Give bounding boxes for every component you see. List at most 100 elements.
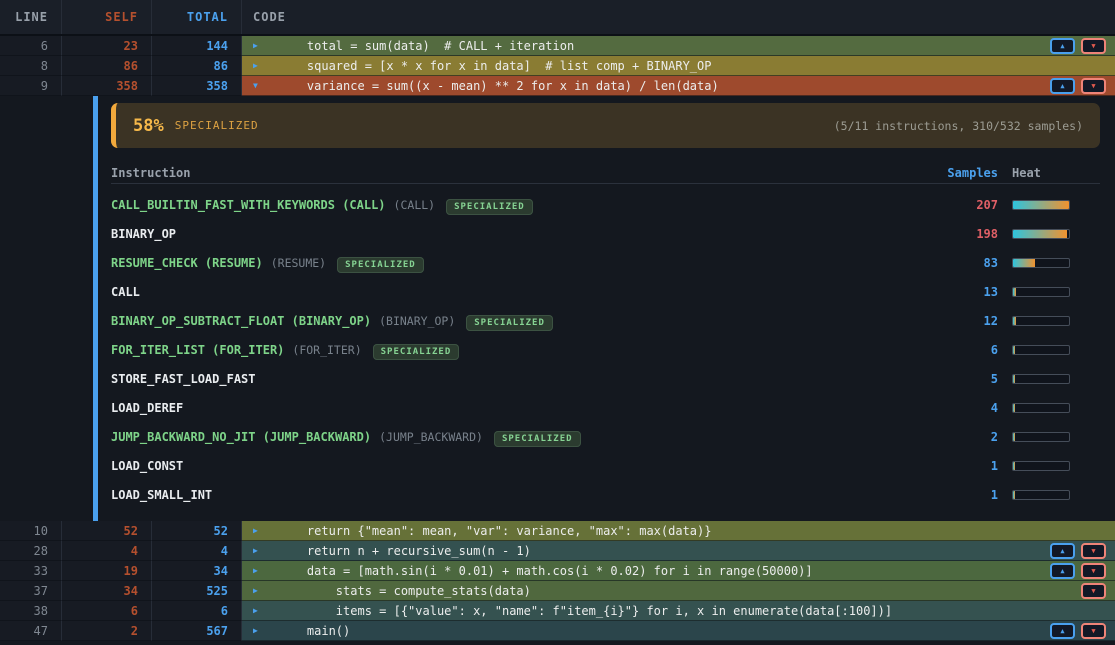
code-text: variance = sum((x - mean) ** 2 for x in … [278,79,719,93]
line-number: 37 [0,581,62,601]
total-samples: 358 [152,76,242,96]
jump-to-caller-button[interactable]: ▲ [1050,38,1075,54]
instruction-name-cell: LOAD_DEREF [111,401,918,415]
code-cell[interactable]: ▶ data = [math.sin(i * 0.01) + math.cos(… [242,561,1115,581]
code-cell[interactable]: ▶ return n + recursive_sum(n - 1)▲▼ [242,541,1115,561]
jump-to-caller-button[interactable]: ▲ [1050,543,1075,559]
heat-bar [1012,374,1070,384]
jump-to-callee-button[interactable]: ▼ [1081,623,1106,639]
code-cell[interactable]: ▶ main()▲▼ [242,621,1115,641]
self-samples: 86 [62,56,152,76]
specialized-badge: SPECIALIZED [446,199,533,215]
total-samples: 86 [152,56,242,76]
expand-expander-icon[interactable]: ▶ [242,546,278,555]
line-number: 28 [0,541,62,561]
code-row: 2844▶ return n + recursive_sum(n - 1)▲▼ [0,541,1115,561]
samples-value: 207 [918,198,998,212]
instruction-name: JUMP_BACKWARD_NO_JIT (JUMP_BACKWARD) [111,430,371,444]
instruction-name: LOAD_CONST [111,459,183,473]
jump-to-caller-button[interactable]: ▲ [1050,623,1075,639]
jump-to-callee-button[interactable]: ▼ [1081,583,1106,599]
instruction-name-cell: CALL_BUILTIN_FAST_WITH_KEYWORDS (CALL)(C… [111,198,918,212]
code-text: return {"mean": mean, "var": variance, "… [278,524,711,538]
self-samples: 4 [62,541,152,561]
jump-to-callee-button[interactable]: ▼ [1081,563,1106,579]
code-text: items = [{"value": x, "name": f"item_{i}… [278,604,892,618]
line-number: 10 [0,521,62,541]
instruction-row: STORE_FAST_LOAD_FAST5 [111,364,1100,393]
instruction-base-opcode: (FOR_ITER) [292,343,361,357]
collapse-expander-icon[interactable]: ▼ [242,81,278,90]
heat-bar [1012,287,1070,297]
instruction-name-cell: FOR_ITER_LIST (FOR_ITER)(FOR_ITER)SPECIA… [111,343,918,357]
instruction-name-cell: STORE_FAST_LOAD_FAST [111,372,918,386]
expand-expander-icon[interactable]: ▶ [242,61,278,70]
row-nav-buttons: ▲▼ [1050,543,1106,559]
samples-value: 6 [918,343,998,357]
code-cell[interactable]: ▶ total = sum(data) # CALL + iteration▲▼ [242,36,1115,56]
code-row: 3866▶ items = [{"value": x, "name": f"it… [0,601,1115,621]
heat-cell [1012,374,1070,384]
expand-expander-icon[interactable]: ▶ [242,606,278,615]
samples-value: 2 [918,430,998,444]
total-samples: 567 [152,621,242,641]
expand-expander-icon[interactable]: ▶ [242,626,278,635]
code-rows-top: 623144▶ total = sum(data) # CALL + itera… [0,36,1115,96]
expand-expander-icon[interactable]: ▶ [242,566,278,575]
specialization-banner: 58% SPECIALIZED (5/11 instructions, 310/… [111,103,1100,148]
code-row: 88686▶ squared = [x * x for x in data] #… [0,56,1115,76]
column-header-total[interactable]: TOTAL [152,0,242,34]
code-cell[interactable]: ▶ return {"mean": mean, "var": variance,… [242,521,1115,541]
jump-to-callee-button[interactable]: ▼ [1081,543,1106,559]
instruction-name: BINARY_OP [111,227,176,241]
self-samples: 2 [62,621,152,641]
heat-cell [1012,200,1070,210]
jump-to-callee-button[interactable]: ▼ [1081,38,1106,54]
line-number: 8 [0,56,62,76]
heat-bar-fill [1013,462,1015,470]
code-cell[interactable]: ▶ stats = compute_stats(data) ▼ [242,581,1115,601]
panel-left-spacer [0,96,93,521]
total-samples: 6 [152,601,242,621]
specialized-badge: SPECIALIZED [466,315,553,331]
code-cell[interactable]: ▶ squared = [x * x for x in data] # list… [242,56,1115,76]
jump-to-caller-button[interactable]: ▲ [1050,563,1075,579]
heat-cell [1012,432,1070,442]
code-text: stats = compute_stats(data) [278,584,531,598]
instruction-table-header: Instruction Samples Heat [111,162,1100,184]
heat-bar [1012,345,1070,355]
instruction-name-cell: LOAD_SMALL_INT [111,488,918,502]
code-row: 3734525▶ stats = compute_stats(data)▼ [0,581,1115,601]
instruction-row: CALL_BUILTIN_FAST_WITH_KEYWORDS (CALL)(C… [111,190,1100,219]
heat-cell [1012,403,1070,413]
heat-bar [1012,316,1070,326]
samples-value: 5 [918,372,998,386]
expand-expander-icon[interactable]: ▶ [242,586,278,595]
expand-expander-icon[interactable]: ▶ [242,41,278,50]
heat-bar-fill [1013,230,1067,238]
code-text: data = [math.sin(i * 0.01) + math.cos(i … [278,564,813,578]
instruction-base-opcode: (CALL) [394,198,436,212]
heat-cell [1012,258,1070,268]
instruction-row: JUMP_BACKWARD_NO_JIT (JUMP_BACKWARD)(JUM… [111,422,1100,451]
line-number: 38 [0,601,62,621]
profiler-app: LINE SELF TOTAL CODE 623144▶ total = sum… [0,0,1115,645]
expand-expander-icon[interactable]: ▶ [242,526,278,535]
instruction-name-cell: LOAD_CONST [111,459,918,473]
heat-bar [1012,403,1070,413]
jump-to-caller-button[interactable]: ▲ [1050,78,1075,94]
instruction-name-cell: JUMP_BACKWARD_NO_JIT (JUMP_BACKWARD)(JUM… [111,430,918,444]
specialization-detail: (5/11 instructions, 310/532 samples) [834,119,1083,133]
heat-cell [1012,461,1070,471]
code-row: 105252▶ return {"mean": mean, "var": var… [0,521,1115,541]
column-header-self[interactable]: SELF [62,0,152,34]
instruction-name-cell: RESUME_CHECK (RESUME)(RESUME)SPECIALIZED [111,256,918,270]
code-row: 331934▶ data = [math.sin(i * 0.01) + mat… [0,561,1115,581]
jump-to-callee-button[interactable]: ▼ [1081,78,1106,94]
samples-column-header[interactable]: Samples [918,166,998,180]
code-cell[interactable]: ▼ variance = sum((x - mean) ** 2 for x i… [242,76,1115,96]
instruction-name-cell: BINARY_OP [111,227,918,241]
heat-cell [1012,229,1070,239]
code-cell[interactable]: ▶ items = [{"value": x, "name": f"item_{… [242,601,1115,621]
instruction-name-cell: BINARY_OP_SUBTRACT_FLOAT (BINARY_OP)(BIN… [111,314,918,328]
